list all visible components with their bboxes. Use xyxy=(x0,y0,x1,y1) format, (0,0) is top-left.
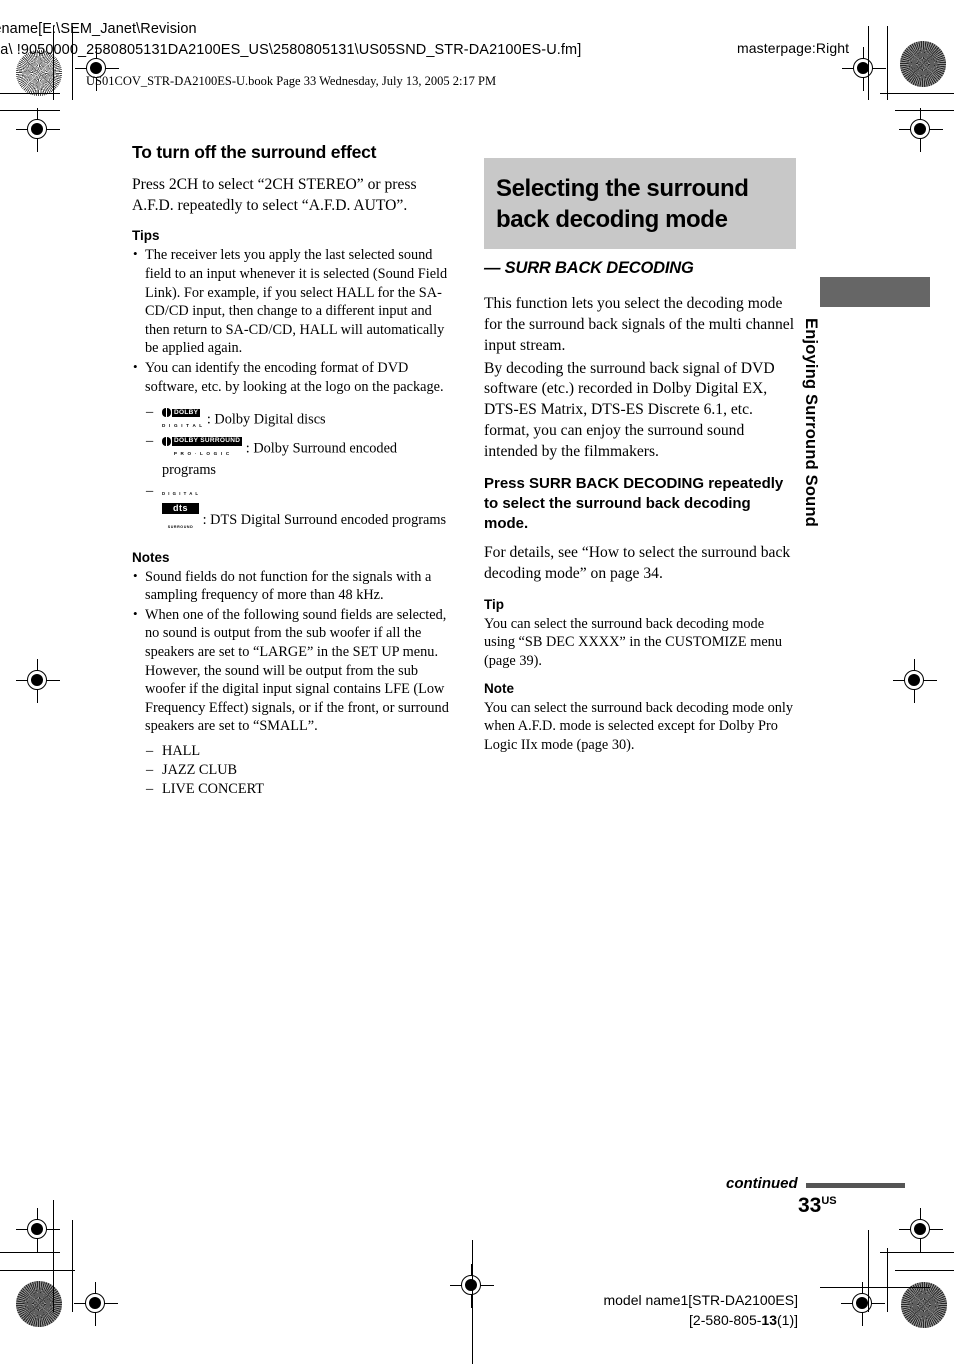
crop-line-top-right-h2 xyxy=(895,110,954,111)
body-paragraph-1: This function lets you select the decodi… xyxy=(484,295,795,354)
tip-label: Tip xyxy=(484,596,504,612)
prepress-masterpage-label: masterpage:Right xyxy=(737,40,850,56)
body-paragraph-2: By decoding the surround back signal of … xyxy=(484,359,775,460)
crop-line-bottom-left-h2 xyxy=(0,1270,75,1271)
chapter-thumb-tab-label: Enjoying Surround Sound xyxy=(802,318,820,527)
logo-caption: : DTS Digital Surround encoded programs xyxy=(202,512,447,529)
logo-legend-list: DOLBY D I G I T A L : Dolby Digital disc… xyxy=(132,402,450,536)
registration-mark-upper-left xyxy=(16,108,60,152)
prepress-filename-line1: lename[E:\SEM_Janet\Revision xyxy=(0,21,197,37)
list-item: HALL xyxy=(146,742,450,761)
dolby-digital-logo-subtext: D I G I T A L xyxy=(162,422,204,428)
crop-line-left-outer-b xyxy=(53,1200,54,1312)
crop-line-right-inner-b xyxy=(887,1248,888,1312)
dolby-surround-logo-subtext: P R O · L O G I C xyxy=(173,451,231,457)
crop-line-right-outer-b xyxy=(868,1230,869,1312)
list-item: DOLBY D I G I T A L : Dolby Digital disc… xyxy=(146,402,450,431)
crop-line-right-outer xyxy=(868,26,869,100)
intro-paragraph: Press 2CH to select “2CH STEREO” or pres… xyxy=(132,176,417,214)
crop-line-bottom-left-h1 xyxy=(0,1252,60,1253)
tip-text: You can select the surround back decodin… xyxy=(484,615,782,670)
rosette-mark-top-right xyxy=(900,41,946,87)
crop-line-top-left-h2 xyxy=(0,110,60,111)
list-item: Sound fields do not function for the sig… xyxy=(132,568,450,605)
list-item: D I G I T A L dts SURROUND : DTS Digital… xyxy=(146,481,450,535)
page-title-banner: Selecting the surround back decoding mod… xyxy=(484,158,796,250)
registration-mark-mid-left xyxy=(16,659,60,703)
list-item: LIVE CONCERT xyxy=(146,780,450,799)
prepress-filename-line2: ata\ !9050000_2580805131DA2100ES_US\2580… xyxy=(0,42,582,58)
registration-mark-lower-right xyxy=(899,1208,943,1252)
page-number: 33US xyxy=(798,1194,837,1218)
list-item: JAZZ CLUB xyxy=(146,761,450,780)
dolby-surround-prologic-logo: DOLBY SURROUND P R O · L O G I C xyxy=(162,431,243,457)
instruction-text: Press SURR BACK DECODING repeatedly to s… xyxy=(484,475,784,533)
doc-number-bold: 13 xyxy=(761,1312,777,1329)
page-number-value: 33 xyxy=(798,1194,822,1217)
crop-line-footer-rule xyxy=(820,1287,930,1288)
doc-number-suffix: (1)] xyxy=(777,1312,798,1329)
dolby-digital-logo: DOLBY D I G I T A L xyxy=(162,402,203,428)
page-subtitle: — SURR BACK DECODING xyxy=(484,259,694,278)
rosette-mark-bottom-left xyxy=(16,1281,62,1327)
crop-line-bottom-right-h2 xyxy=(895,1270,954,1271)
note-text: You can select the surround back decodin… xyxy=(484,699,794,754)
page-title: Selecting the surround back decoding mod… xyxy=(496,175,749,233)
section-heading-turn-off-surround: To turn off the surround effect xyxy=(132,142,377,162)
list-item: The receiver lets you apply the last sel… xyxy=(132,246,450,357)
continued-rule xyxy=(806,1183,905,1188)
crop-line-bottom-right-h1 xyxy=(880,1252,954,1253)
registration-mark-bottom-right xyxy=(841,1282,885,1326)
crop-line-center-bottom xyxy=(472,1240,473,1364)
footer-model-info: model name1[STR-DA2100ES] [2-580-805-13(… xyxy=(589,1290,798,1331)
registration-mark-bottom-left xyxy=(74,1282,118,1326)
crop-line-right-inner xyxy=(887,26,888,100)
prepress-bookline: US01COV_STR-DA2100ES-U.book Page 33 Wedn… xyxy=(86,74,497,88)
dts-logo-bottomtext: SURROUND xyxy=(167,525,194,530)
dts-logo-toptext: D I G I T A L xyxy=(162,491,200,497)
crop-line-left-inner xyxy=(72,26,73,100)
crop-line-left-inner-b xyxy=(72,1220,73,1312)
tips-list: The receiver lets you apply the last sel… xyxy=(132,246,450,396)
crop-line-top-left-h1 xyxy=(0,93,60,94)
list-item: You can identify the encoding format of … xyxy=(132,359,450,396)
notes-list: Sound fields do not function for the sig… xyxy=(132,568,450,736)
right-content-column: Selecting the surround back decoding mod… xyxy=(484,158,796,765)
list-item: When one of the following sound fields a… xyxy=(132,606,450,736)
tips-label: Tips xyxy=(132,228,160,244)
continued-label: continued xyxy=(726,1175,798,1192)
logo-caption: : Dolby Digital discs xyxy=(206,411,326,428)
footer-doc-number: [2-580-805-13(1)] xyxy=(589,1310,798,1330)
left-content-column: To turn off the surround effect Press 2C… xyxy=(132,142,450,799)
crop-line-top-right-h1 xyxy=(880,93,954,94)
sound-fields-list: HALL JAZZ CLUB LIVE CONCERT xyxy=(132,742,450,800)
rosette-mark-bottom-right xyxy=(901,1282,947,1328)
footer-model-name: model name1[STR-DA2100ES] xyxy=(603,1292,798,1308)
dts-logo: D I G I T A L dts SURROUND xyxy=(162,481,200,535)
dts-logo-text: dts xyxy=(162,502,200,515)
crop-line-left-outer xyxy=(53,26,54,100)
registration-mark-upper-right xyxy=(899,108,943,152)
registration-mark-mid-right xyxy=(893,659,937,703)
chapter-thumb-tab-block xyxy=(820,277,930,307)
page-number-suffix: US xyxy=(821,1195,837,1207)
note-label: Note xyxy=(484,680,514,696)
details-reference: For details, see “How to select the surr… xyxy=(484,544,791,582)
list-item: DOLBY SURROUND P R O · L O G I C : Dolby… xyxy=(146,431,450,481)
doc-number-prefix: [2-580-805- xyxy=(689,1312,762,1329)
dolby-digital-logo-text: DOLBY xyxy=(172,408,201,418)
notes-label: Notes xyxy=(132,549,170,565)
dolby-surround-logo-text: DOLBY SURROUND xyxy=(172,437,243,446)
